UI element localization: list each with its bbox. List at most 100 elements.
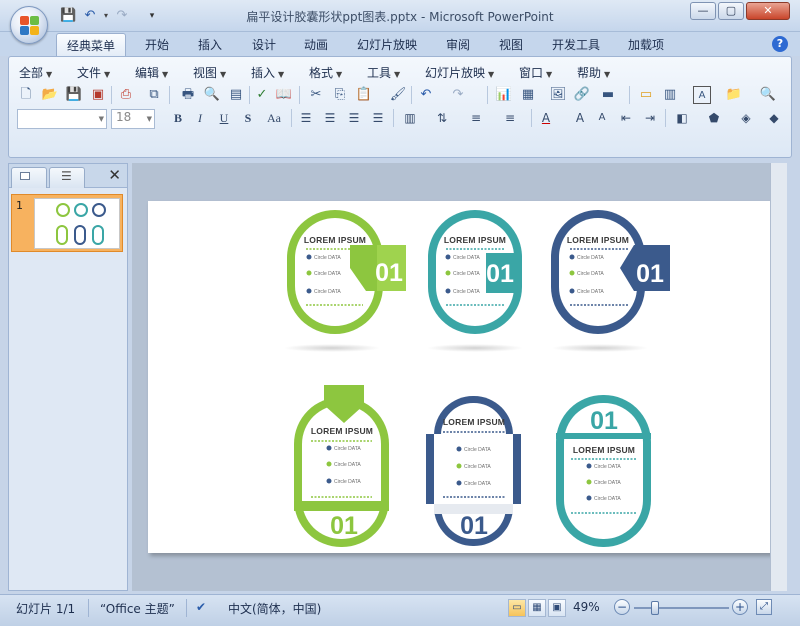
- zoom-slider-thumb[interactable]: [650, 601, 659, 615]
- menu-tools[interactable]: 工具 ▼: [367, 64, 400, 81]
- slide-sorter-button[interactable]: ▦: [528, 599, 546, 617]
- tab-insert[interactable]: 插入: [198, 36, 222, 53]
- export-pdf-icon[interactable]: ⎙: [117, 86, 135, 104]
- tab-home[interactable]: 开始: [145, 36, 169, 53]
- shrink-font-icon[interactable]: A: [593, 109, 611, 127]
- menu-insert[interactable]: 插入 ▼: [251, 64, 284, 81]
- office-button[interactable]: [10, 6, 48, 44]
- shapes-icon[interactable]: ⬟: [705, 109, 723, 127]
- close-pane-icon[interactable]: ✕: [108, 166, 121, 184]
- print-preview-icon[interactable]: 🔍: [203, 86, 221, 104]
- tab-design[interactable]: 设计: [252, 36, 276, 53]
- new-slide-icon[interactable]: ▭: [637, 86, 655, 104]
- spelling-icon[interactable]: ✓: [253, 86, 271, 104]
- underline-button[interactable]: U: [215, 109, 233, 127]
- attach-icon[interactable]: ⧉: [145, 86, 163, 104]
- shadow-button[interactable]: S: [239, 109, 257, 127]
- zoom-in-button[interactable]: +: [732, 599, 748, 615]
- menu-window[interactable]: 窗口 ▼: [519, 64, 552, 81]
- decrease-indent-icon[interactable]: ⇤: [617, 109, 635, 127]
- permission-icon[interactable]: ▣: [89, 86, 107, 104]
- normal-view-button[interactable]: ▭: [508, 599, 526, 617]
- open-folder-icon[interactable]: 📂: [41, 86, 59, 104]
- capsule-4[interactable]: LOREM IPSUM Circle DATA Circle DATA Circ…: [294, 385, 390, 563]
- slide-thumbnail[interactable]: 1: [11, 194, 123, 252]
- shape-fill-icon[interactable]: ◆: [765, 109, 783, 127]
- columns-icon[interactable]: ▥: [401, 109, 419, 127]
- bullets-icon[interactable]: ≡: [501, 109, 519, 127]
- slide-canvas[interactable]: LOREM IPSUM Circle DATA Circle DATA Circ…: [148, 201, 775, 563]
- separator: [531, 109, 532, 127]
- tab-classic-menu[interactable]: 经典菜单: [56, 33, 126, 56]
- tab-slides[interactable]: [11, 167, 47, 188]
- grow-font-icon[interactable]: A: [571, 109, 589, 127]
- color-grayscale-icon[interactable]: ▬: [599, 86, 617, 104]
- menu-all[interactable]: 全部 ▼: [19, 64, 52, 81]
- zoom-level[interactable]: 49%: [573, 600, 600, 614]
- quick-styles-icon[interactable]: ◈: [737, 109, 755, 127]
- slideshow-view-button[interactable]: ▣: [548, 599, 566, 617]
- bold-button[interactable]: B: [169, 109, 187, 127]
- font-size-combo[interactable]: 18 ▼: [111, 109, 155, 129]
- font-name-combo[interactable]: ▼: [17, 109, 107, 129]
- tab-view[interactable]: 视图: [499, 36, 523, 53]
- research-icon[interactable]: 📖: [275, 86, 293, 104]
- capsule-5[interactable]: LOREM IPSUM Circle DATA Circle DATA Circ…: [426, 396, 521, 563]
- menu-help[interactable]: 帮助 ▼: [577, 64, 610, 81]
- outline-icon[interactable]: ▤: [227, 86, 245, 104]
- redo-icon[interactable]: ↷: [449, 86, 467, 104]
- justify-icon[interactable]: ☰: [369, 109, 387, 127]
- text-box-icon[interactable]: A: [693, 86, 711, 104]
- print-icon[interactable]: 🖶: [179, 86, 197, 104]
- minimize-button[interactable]: —: [690, 2, 716, 20]
- zoom-icon[interactable]: 🔍: [759, 86, 777, 104]
- increase-indent-icon[interactable]: ⇥: [641, 109, 659, 127]
- text-direction-icon[interactable]: ⇅: [433, 109, 451, 127]
- zoom-slider[interactable]: [634, 601, 729, 615]
- new-file-icon[interactable]: 🗋: [17, 86, 35, 104]
- format-painter-icon[interactable]: 🖌: [389, 86, 407, 104]
- spell-check-icon[interactable]: ✔: [196, 600, 206, 614]
- tab-animation[interactable]: 动画: [304, 36, 328, 53]
- capsule-2[interactable]: LOREM IPSUM Circle DATA Circle DATA Circ…: [427, 210, 523, 352]
- change-case-button[interactable]: Aa: [263, 109, 285, 127]
- chart-icon[interactable]: 📊: [495, 86, 513, 104]
- language-indicator[interactable]: 中文(简体，中国): [228, 600, 321, 617]
- italic-button[interactable]: I: [191, 109, 209, 127]
- undo-icon[interactable]: ↶: [417, 86, 435, 104]
- font-color-icon[interactable]: A: [537, 109, 555, 127]
- arrange-icon[interactable]: ◧: [673, 109, 691, 127]
- capsule-6[interactable]: 01 LOREM IPSUM Circle DATA Circle DATA C…: [556, 395, 651, 563]
- capsule-1[interactable]: LOREM IPSUM Circle DATA Circle DATA Circ…: [284, 210, 406, 352]
- fit-to-window-icon[interactable]: ⤢: [756, 599, 772, 615]
- numbering-icon[interactable]: ≡: [467, 109, 485, 127]
- align-left-icon[interactable]: ☰: [297, 109, 315, 127]
- menu-view[interactable]: 视图 ▼: [193, 64, 226, 81]
- tab-addins[interactable]: 加载项: [628, 36, 664, 53]
- layout-icon[interactable]: ▥: [661, 86, 679, 104]
- capsule-3[interactable]: LOREM IPSUM Circle DATA Circle DATA Circ…: [551, 210, 670, 352]
- copy-icon[interactable]: ⎘: [331, 86, 349, 104]
- maximize-button[interactable]: ▢: [718, 2, 744, 20]
- table-icon[interactable]: ▦: [519, 86, 537, 104]
- menu-file[interactable]: 文件 ▼: [77, 64, 110, 81]
- zoom-out-button[interactable]: −: [614, 599, 630, 615]
- tab-slideshow[interactable]: 幻灯片放映: [357, 36, 417, 53]
- align-right-icon[interactable]: ☰: [345, 109, 363, 127]
- hyperlink-icon[interactable]: 🔗: [573, 86, 591, 104]
- align-center-icon[interactable]: ☰: [321, 109, 339, 127]
- vertical-scrollbar[interactable]: [770, 163, 787, 591]
- menu-slideshow[interactable]: 幻灯片放映 ▼: [425, 64, 494, 81]
- help-icon[interactable]: ?: [772, 36, 788, 52]
- menu-edit[interactable]: 编辑 ▼: [135, 64, 168, 81]
- save-icon[interactable]: 💾: [65, 86, 83, 104]
- paste-icon[interactable]: 📋: [355, 86, 373, 104]
- folder-icon[interactable]: 📁: [725, 86, 743, 104]
- tab-outline[interactable]: ☰: [49, 167, 85, 188]
- tab-developer[interactable]: 开发工具: [552, 36, 600, 53]
- close-button[interactable]: ✕: [746, 2, 790, 20]
- picture-icon[interactable]: 🖼: [549, 86, 567, 104]
- cut-icon[interactable]: ✂: [307, 86, 325, 104]
- tab-review[interactable]: 审阅: [446, 36, 470, 53]
- menu-format[interactable]: 格式 ▼: [309, 64, 342, 81]
